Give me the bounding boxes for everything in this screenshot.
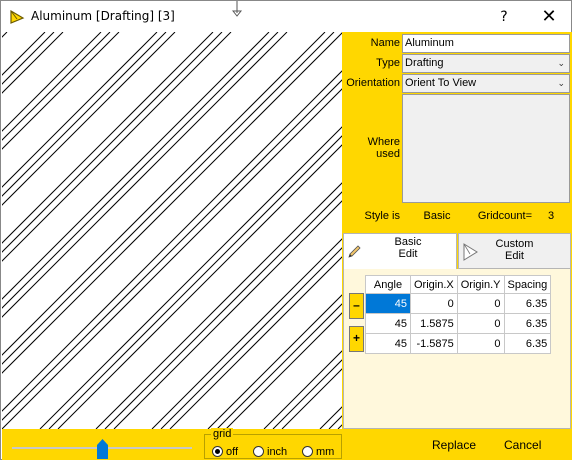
orientation-label: Orientation xyxy=(346,77,400,89)
hatch-line xyxy=(160,247,342,429)
orientation-select[interactable]: Orient To View ⌄ xyxy=(402,74,570,93)
window-title: Aluminum [Drafting] [3] xyxy=(31,9,175,23)
table-cell-origin-y[interactable]: 0 xyxy=(456,293,505,314)
bottom-bar: grid off inch mm Replace Cancel xyxy=(2,428,572,460)
grid-radio-mm[interactable]: mm xyxy=(302,446,334,458)
tab-basic-edit-line2: Edit xyxy=(398,248,418,260)
table-cell-origin-y[interactable]: 0 xyxy=(456,313,505,334)
chevron-down-icon: ⌄ xyxy=(557,78,565,88)
column-header-angle: Angle xyxy=(365,275,411,294)
table-cell-angle[interactable]: 45 xyxy=(365,313,411,334)
grid-legend: grid xyxy=(211,428,234,440)
remove-row-button[interactable]: – xyxy=(349,293,364,319)
type-label: Type xyxy=(376,57,400,69)
help-button[interactable]: ? xyxy=(491,5,517,29)
table-cell-spacing[interactable]: 6.35 xyxy=(503,333,552,354)
where-used-label-line2: used xyxy=(376,148,400,160)
table-row[interactable]: 45 -1.5875 0 6.35 xyxy=(365,333,552,354)
radio-unchecked-icon xyxy=(302,446,313,457)
table-cell-spacing[interactable]: 6.35 xyxy=(503,313,552,334)
tab-basic-edit[interactable]: Basic Edit xyxy=(343,233,457,269)
name-label: Name xyxy=(370,37,400,49)
app-triangle-icon xyxy=(10,9,25,24)
column-header-origin-x: Origin.X xyxy=(410,275,458,294)
title-bar[interactable]: Aluminum [Drafting] [3] ? ✕ xyxy=(1,1,571,32)
hatch-line xyxy=(2,32,102,132)
hatch-line xyxy=(48,135,342,429)
name-field[interactable]: Aluminum xyxy=(402,34,570,53)
gridcount-label: Gridcount= xyxy=(477,210,532,222)
add-row-button[interactable]: + xyxy=(349,326,364,352)
mouse-cursor-icon xyxy=(231,1,243,17)
hatch-line xyxy=(2,32,167,197)
tab-basic-edit-line1: Basic xyxy=(394,236,422,248)
hatch-line xyxy=(2,32,223,253)
grid-radio-off[interactable]: off xyxy=(212,446,238,458)
column-header-origin-y: Origin.Y xyxy=(456,275,505,294)
table-cell-origin-y[interactable]: 0 xyxy=(456,333,505,354)
where-used-label-line1: Where xyxy=(367,136,400,148)
hatch-preview-canvas xyxy=(2,32,342,429)
grid-radio-mm-label: mm xyxy=(316,446,335,458)
style-label: Style is xyxy=(364,210,400,222)
hatch-line xyxy=(2,32,214,244)
hatch-line xyxy=(2,32,55,85)
hatch-line xyxy=(2,32,120,150)
column-header-spacing: Spacing xyxy=(503,275,552,294)
hatch-preview xyxy=(2,32,342,429)
cancel-button[interactable]: Cancel xyxy=(504,438,541,452)
grid-radio-inch-label: inch xyxy=(267,446,288,458)
hatch-line xyxy=(2,32,111,141)
hatch-line xyxy=(104,191,342,429)
grid-radio-off-label: off xyxy=(226,446,239,458)
radio-checked-icon xyxy=(212,446,223,457)
grid-radio-inch[interactable]: inch xyxy=(253,446,287,458)
table-row[interactable]: 45 1.5875 0 6.35 xyxy=(365,313,552,334)
hatch-line xyxy=(2,32,335,365)
zoom-slider-thumb[interactable] xyxy=(97,439,108,459)
close-button[interactable]: ✕ xyxy=(535,5,563,29)
tab-custom-edit[interactable]: Custom Edit xyxy=(458,233,571,269)
hatch-lines-table: Angle Origin.X Origin.Y Spacing 45 0 0 6… xyxy=(365,275,552,354)
table-cell-spacing[interactable]: 6.35 xyxy=(503,293,552,314)
table-cell-origin-x[interactable]: -1.5875 xyxy=(410,333,458,354)
orientation-select-value: Orient To View xyxy=(405,77,477,89)
replace-button[interactable]: Replace xyxy=(432,438,476,452)
style-value: Basic xyxy=(423,210,451,222)
tab-custom-edit-line1: Custom xyxy=(495,238,534,250)
where-used-list[interactable] xyxy=(402,94,570,203)
hatch-line xyxy=(2,32,232,262)
table-cell-origin-x[interactable]: 1.5875 xyxy=(410,313,458,334)
type-select[interactable]: Drafting ⌄ xyxy=(402,54,570,73)
table-cell-angle[interactable]: 45 xyxy=(365,333,411,354)
chevron-down-icon: ⌄ xyxy=(557,58,565,68)
tab-custom-edit-line2: Edit xyxy=(505,250,524,262)
table-row[interactable]: 45 0 0 6.35 xyxy=(365,293,552,314)
type-select-value: Drafting xyxy=(405,57,444,69)
hatch-style-dialog: Aluminum [Drafting] [3] ? ✕ Name Aluminu… xyxy=(0,0,572,460)
radio-unchecked-icon xyxy=(253,446,264,457)
table-cell-angle[interactable]: 45 xyxy=(365,293,411,314)
table-cell-origin-x[interactable]: 0 xyxy=(410,293,458,314)
gridcount-value: 3 xyxy=(547,210,555,222)
grid-option-group: grid off inch mm xyxy=(204,428,342,459)
table-header-row: Angle Origin.X Origin.Y Spacing xyxy=(365,275,552,294)
